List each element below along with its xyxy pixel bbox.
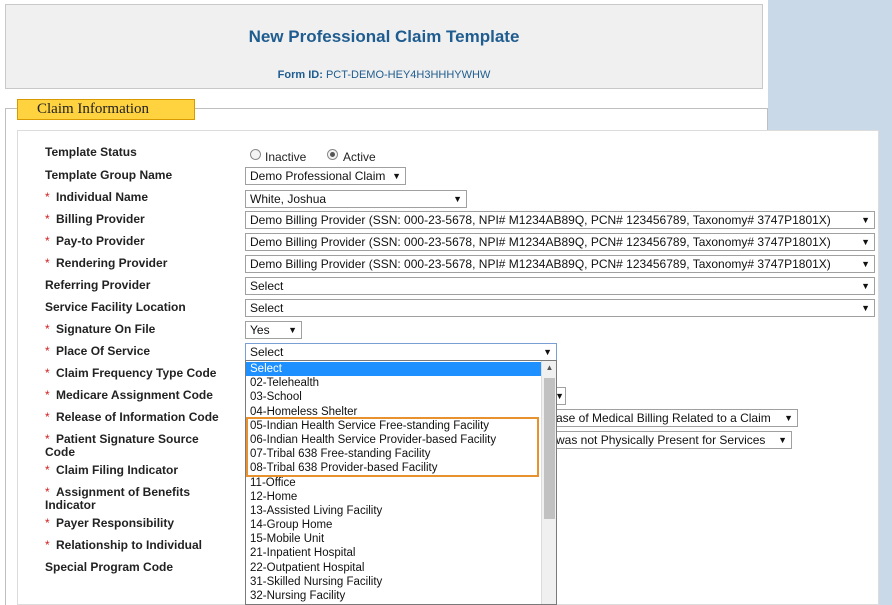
dropdown-option[interactable]: 04-Homeless Shelter [246, 405, 541, 419]
patient-signature-source-label-line2: Code [45, 445, 75, 459]
chevron-down-icon: ▼ [392, 171, 401, 181]
service-facility-location-label: Service Facility Location [45, 300, 186, 314]
required-marker: * [45, 212, 50, 226]
dropdown-option[interactable]: 14-Group Home [246, 518, 541, 532]
template-group-name-select[interactable]: Demo Professional Claim ▼ [245, 167, 406, 185]
required-marker: * [45, 410, 50, 424]
required-marker: * [45, 256, 50, 270]
service-facility-location-value: Select [250, 301, 284, 315]
dropdown-option[interactable]: 03-School [246, 390, 541, 404]
chevron-down-icon: ▼ [543, 347, 552, 357]
required-marker: * [45, 463, 50, 477]
form-id: Form ID: PCT-DEMO-HEY4H3HHHYWHW [6, 69, 762, 81]
patient-signature-source-select[interactable]: was not Physically Present for Services … [553, 431, 792, 449]
signature-on-file-value: Yes [250, 323, 270, 337]
dropdown-option[interactable]: 02-Telehealth [246, 376, 541, 390]
chevron-down-icon: ▼ [861, 281, 870, 291]
claim-frequency-type-code-label: Claim Frequency Type Code [56, 366, 217, 380]
referring-provider-label: Referring Provider [45, 278, 151, 292]
billing-provider-select[interactable]: Demo Billing Provider (SSN: 000-23-5678,… [245, 211, 875, 229]
chevron-down-icon: ▼ [453, 194, 462, 204]
patient-signature-source-label: Patient Signature Source [56, 432, 199, 446]
place-of-service-value: Select [250, 345, 284, 359]
chevron-down-icon: ▼ [778, 435, 787, 445]
individual-name-value: White, Joshua [250, 192, 327, 206]
required-marker: * [45, 538, 50, 552]
page-header: New Professional Claim Template Form ID:… [5, 4, 763, 89]
dropdown-option[interactable]: 05-Indian Health Service Free-standing F… [246, 419, 541, 433]
assignment-of-benefits-label: Assignment of Benefits [56, 485, 191, 499]
chevron-down-icon: ▼ [288, 325, 297, 335]
rendering-provider-value: Demo Billing Provider (SSN: 000-23-5678,… [250, 257, 831, 271]
patient-signature-source-value: was not Physically Present for Services [556, 433, 766, 447]
place-of-service-select[interactable]: Select ▼ [245, 343, 557, 361]
pay-to-provider-value: Demo Billing Provider (SSN: 000-23-5678,… [250, 235, 831, 249]
dropdown-scrollbar[interactable]: ▲ [541, 361, 556, 604]
release-of-information-code-value: ase of Medical Billing Related to a Clai… [556, 411, 771, 425]
required-marker: * [45, 234, 50, 248]
chevron-down-icon: ▼ [861, 259, 870, 269]
rendering-provider-select[interactable]: Demo Billing Provider (SSN: 000-23-5678,… [245, 255, 875, 273]
pay-to-provider-label: Pay-to Provider [56, 234, 145, 248]
form-id-label: Form ID: [277, 69, 323, 81]
template-group-name-label: Template Group Name [45, 168, 173, 182]
template-group-name-value: Demo Professional Claim [250, 169, 386, 183]
special-program-code-label: Special Program Code [45, 560, 174, 574]
billing-provider-value: Demo Billing Provider (SSN: 000-23-5678,… [250, 213, 831, 227]
pay-to-provider-select[interactable]: Demo Billing Provider (SSN: 000-23-5678,… [245, 233, 875, 251]
dropdown-option[interactable]: Select [246, 362, 541, 376]
required-marker: * [45, 432, 50, 446]
template-status-label: Template Status [45, 145, 137, 159]
status-inactive-radio[interactable] [250, 149, 261, 160]
release-of-information-code-select[interactable]: ase of Medical Billing Related to a Clai… [553, 409, 798, 427]
dropdown-option[interactable]: 11-Office [246, 476, 541, 490]
section-legend: Claim Information [17, 99, 195, 120]
dropdown-option[interactable]: 06-Indian Health Service Provider-based … [246, 433, 541, 447]
assignment-of-benefits-label-line2: Indicator [45, 498, 96, 512]
release-of-information-code-label: Release of Information Code [56, 410, 219, 424]
required-marker: * [45, 485, 50, 499]
individual-name-select[interactable]: White, Joshua ▼ [245, 190, 467, 208]
chevron-down-icon: ▼ [861, 303, 870, 313]
dropdown-option[interactable]: 15-Mobile Unit [246, 532, 541, 546]
rendering-provider-label: Rendering Provider [56, 256, 168, 270]
dropdown-option[interactable]: 22-Outpatient Hospital [246, 561, 541, 575]
status-active-radio[interactable] [327, 149, 338, 160]
required-marker: * [45, 344, 50, 358]
dropdown-option[interactable]: 32-Nursing Facility [246, 589, 541, 603]
chevron-down-icon: ▼ [861, 237, 870, 247]
required-marker: * [45, 190, 50, 204]
required-marker: * [45, 366, 50, 380]
relationship-to-individual-label: Relationship to Individual [56, 538, 203, 552]
medicare-assignment-code-label: Medicare Assignment Code [56, 388, 213, 402]
dropdown-option[interactable]: 21-Inpatient Hospital [246, 546, 541, 560]
required-marker: * [45, 388, 50, 402]
payer-responsibility-label: Payer Responsibility [56, 516, 175, 530]
place-of-service-label: Place Of Service [56, 344, 151, 358]
billing-provider-label: Billing Provider [56, 212, 145, 226]
chevron-down-icon: ▼ [861, 215, 870, 225]
dropdown-option[interactable]: 08-Tribal 638 Provider-based Facility [246, 461, 541, 475]
page-title: New Professional Claim Template [248, 27, 520, 46]
scrollbar-thumb[interactable] [544, 378, 555, 519]
dropdown-option[interactable]: 13-Assisted Living Facility [246, 504, 541, 518]
individual-name-label: Individual Name [56, 190, 149, 204]
service-facility-location-select[interactable]: Select ▼ [245, 299, 875, 317]
scroll-up-arrow-icon[interactable]: ▲ [542, 361, 556, 375]
status-inactive-label: Inactive [265, 150, 307, 164]
chevron-down-icon: ▼ [784, 413, 793, 423]
required-marker: * [45, 322, 50, 336]
dropdown-option[interactable]: 31-Skilled Nursing Facility [246, 575, 541, 589]
dropdown-option[interactable]: 07-Tribal 638 Free-standing Facility [246, 447, 541, 461]
status-active-label: Active [343, 150, 376, 164]
referring-provider-value: Select [250, 279, 284, 293]
signature-on-file-select[interactable]: Yes ▼ [245, 321, 302, 339]
place-of-service-dropdown-list[interactable]: Select 02-Telehealth 03-School 04-Homele… [245, 360, 557, 605]
referring-provider-select[interactable]: Select ▼ [245, 277, 875, 295]
claim-filing-indicator-label: Claim Filing Indicator [56, 463, 179, 477]
dropdown-option[interactable]: 12-Home [246, 490, 541, 504]
form-id-value: PCT-DEMO-HEY4H3HHHYWHW [325, 69, 491, 81]
required-marker: * [45, 516, 50, 530]
signature-on-file-label: Signature On File [56, 322, 156, 336]
